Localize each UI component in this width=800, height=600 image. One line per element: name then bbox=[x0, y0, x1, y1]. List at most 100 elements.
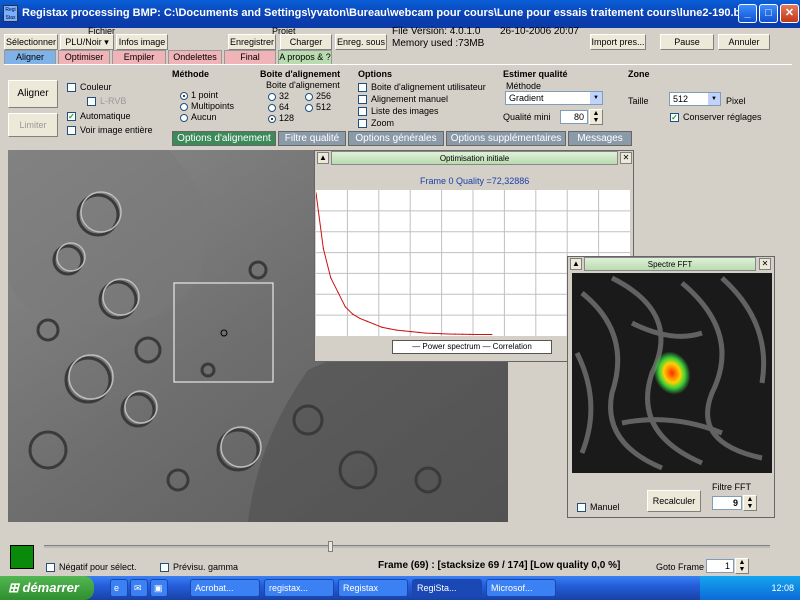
frame-slider-thumb[interactable] bbox=[328, 541, 333, 552]
import-pres-button[interactable]: Import pres... bbox=[590, 34, 646, 50]
options-title: Options bbox=[358, 69, 392, 79]
task-microsoft[interactable]: Microsof... bbox=[486, 579, 556, 597]
pause-button[interactable]: Pause bbox=[660, 34, 714, 50]
power-spectrum-point bbox=[476, 333, 478, 336]
tab-optimiser[interactable]: Optimiser bbox=[58, 50, 110, 64]
quicklaunch-ie-icon[interactable]: e bbox=[110, 579, 128, 597]
negatif-check[interactable]: Négatif pour sélect. bbox=[46, 562, 137, 573]
limiter-button[interactable]: Limiter bbox=[8, 113, 58, 137]
goto-frame-label: Goto Frame bbox=[656, 562, 705, 572]
lrvb-check[interactable]: L-RVB bbox=[67, 96, 153, 107]
option-alignement-manuel[interactable]: Alignement manuel bbox=[358, 94, 486, 105]
power-spectrum-point bbox=[417, 331, 420, 333]
subtab-filtre-qualite[interactable]: Filtre qualité bbox=[278, 131, 346, 146]
qualite-mini-input[interactable]: 80 bbox=[560, 110, 588, 124]
close-button[interactable]: ✕ bbox=[780, 4, 799, 23]
power-spectrum-point bbox=[381, 326, 383, 328]
power-spectrum-point bbox=[337, 291, 339, 293]
app-icon: Regi Stax bbox=[3, 5, 18, 22]
previsu-check[interactable]: Prévisu. gamma bbox=[160, 562, 238, 573]
left-checks: Couleur L-RVB ✓ Automatique Voir image en… bbox=[67, 82, 153, 136]
taille-label: Taille bbox=[628, 96, 649, 106]
status-indicator bbox=[10, 545, 34, 569]
subtab-options-alignement[interactable]: Options d'alignement bbox=[172, 131, 276, 146]
goto-frame-stepper[interactable]: ▲ ▼ bbox=[735, 558, 749, 574]
manuel-check[interactable]: Manuel bbox=[577, 502, 620, 513]
annuler-button[interactable]: Annuler bbox=[718, 34, 770, 50]
filtre-fft-stepper[interactable]: ▲ ▼ bbox=[743, 495, 757, 511]
chevron-down-icon: ▼ bbox=[590, 92, 602, 104]
boite-128[interactable]: 128 bbox=[268, 113, 331, 124]
infos-image-button[interactable]: Infos image bbox=[116, 34, 168, 50]
optimisation-title: Optimisation initiale bbox=[331, 151, 618, 165]
filtre-fft-input[interactable]: 9 bbox=[712, 496, 742, 510]
option-liste-images[interactable]: Liste des images bbox=[358, 106, 486, 117]
voir-image-check[interactable]: Voir image entière bbox=[67, 125, 153, 136]
power-spectrum-point bbox=[425, 332, 427, 334]
power-spectrum-point bbox=[395, 329, 398, 331]
methode-1point[interactable]: 1 point bbox=[180, 90, 234, 101]
task-registax-app[interactable]: RegiSta... bbox=[412, 579, 482, 597]
task-acrobat[interactable]: Acrobat... bbox=[190, 579, 260, 597]
taille-select[interactable]: 512 ▼ bbox=[669, 92, 721, 106]
plu-noir-button[interactable]: PLU/Noir ▾ bbox=[60, 34, 114, 50]
frame-quality-text: Frame 0 Quality =72,32886 bbox=[420, 176, 530, 186]
boite-64[interactable]: 64 bbox=[268, 102, 289, 112]
close-icon[interactable]: ✕ bbox=[759, 258, 771, 270]
option-boite-user[interactable]: Boite d'alignement utilisateur bbox=[358, 82, 486, 93]
subtab-options-generales[interactable]: Options générales bbox=[348, 131, 444, 146]
couleur-check[interactable]: Couleur bbox=[67, 82, 153, 93]
power-spectrum-point bbox=[359, 317, 361, 320]
qualite-stepper[interactable]: ▲ ▼ bbox=[589, 109, 603, 125]
power-spectrum-point bbox=[469, 333, 471, 335]
task-registax-folder[interactable]: Registax bbox=[338, 579, 408, 597]
memory-used: Memory used :73MB bbox=[392, 38, 485, 49]
methode-aucun[interactable]: Aucun bbox=[180, 112, 234, 123]
options-group: Boite d'alignement utilisateur Alignemen… bbox=[358, 82, 486, 129]
tab-aligner[interactable]: Aligner bbox=[4, 50, 56, 64]
collapse-icon[interactable]: ▲ bbox=[317, 152, 329, 164]
conserver-check[interactable]: ✓ Conserver réglages bbox=[670, 112, 762, 123]
power-spectrum-point bbox=[432, 332, 434, 334]
subtab-messages[interactable]: Messages bbox=[568, 131, 632, 146]
methode-multipoints[interactable]: Multipoints bbox=[180, 101, 234, 112]
automatique-check[interactable]: ✓ Automatique bbox=[67, 111, 153, 122]
tab-final[interactable]: Final bbox=[224, 50, 276, 64]
quicklaunch-mail-icon[interactable]: ✉ bbox=[130, 579, 148, 597]
boite-512[interactable]: 512 bbox=[305, 102, 331, 112]
tab-apropos[interactable]: A propos & ? bbox=[278, 50, 332, 64]
maximize-button[interactable]: □ bbox=[759, 4, 778, 23]
aligner-button[interactable]: Aligner bbox=[8, 80, 58, 108]
collapse-icon[interactable]: ▲ bbox=[570, 258, 582, 270]
enregistrer-button[interactable]: Enregistrer bbox=[228, 34, 276, 50]
task-registax-browser[interactable]: registax... bbox=[264, 579, 334, 597]
power-spectrum-point bbox=[344, 306, 346, 308]
boite-32[interactable]: 32 bbox=[268, 91, 289, 101]
select-button[interactable]: Sélectionner bbox=[4, 34, 58, 50]
boite-256[interactable]: 256 bbox=[305, 91, 331, 101]
qualite-method-select[interactable]: Gradient ▼ bbox=[505, 91, 603, 105]
option-zoom[interactable]: Zoom bbox=[358, 118, 486, 129]
minimize-button[interactable]: _ bbox=[738, 4, 757, 23]
power-spectrum-point bbox=[388, 328, 390, 330]
charger-button[interactable]: Charger bbox=[280, 34, 332, 50]
quicklaunch-desktop-icon[interactable]: ▣ bbox=[150, 579, 168, 597]
power-spectrum-point bbox=[447, 333, 449, 335]
enreg-sous-button[interactable]: Enreg. sous bbox=[335, 34, 387, 50]
tab-ondelettes[interactable]: Ondelettes bbox=[168, 50, 222, 64]
qualite-mini-label: Qualité mini bbox=[503, 112, 551, 122]
close-icon[interactable]: ✕ bbox=[620, 152, 632, 164]
tab-empiler[interactable]: Empiler bbox=[112, 50, 166, 64]
start-button[interactable]: ⊞ démarrer bbox=[0, 576, 94, 600]
clock: 12:08 bbox=[771, 583, 794, 593]
frame-slider-track[interactable] bbox=[44, 545, 770, 548]
fft-spectrum-image bbox=[572, 273, 772, 473]
power-spectrum-point bbox=[491, 333, 493, 336]
recalculer-button[interactable]: Recalculer bbox=[647, 490, 701, 512]
power-spectrum-point bbox=[483, 333, 486, 336]
subtab-options-supplementaires[interactable]: Options supplémentaires bbox=[446, 131, 566, 146]
boite-subtitle: Boite d'alignement bbox=[266, 80, 340, 90]
zone-title: Zone bbox=[628, 69, 650, 79]
goto-frame-input[interactable]: 1 bbox=[706, 559, 734, 573]
windows-logo-icon: ⊞ bbox=[8, 580, 23, 595]
